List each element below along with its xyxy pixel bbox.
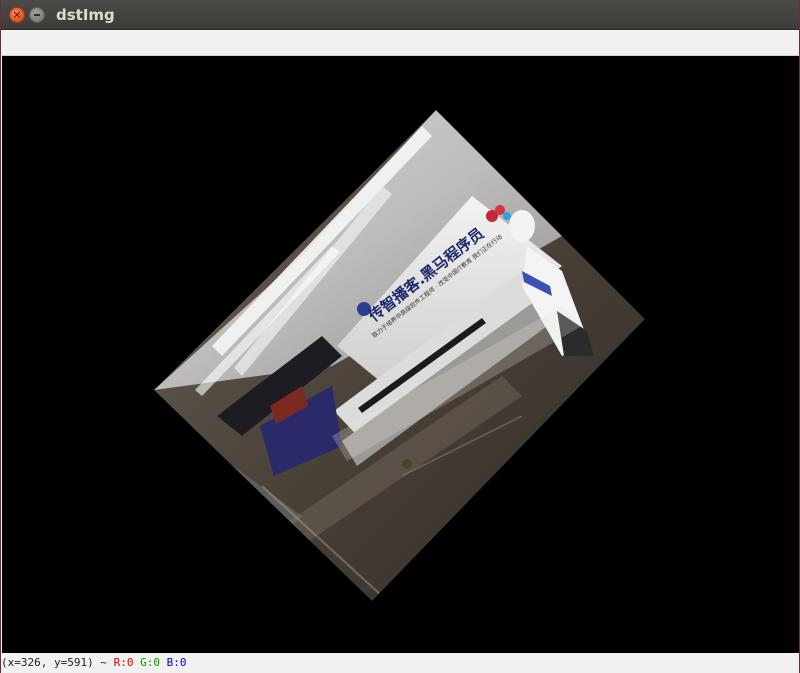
- cursor-coords: (x=326, y=591): [1, 656, 94, 669]
- pixel-b-value: B:0: [166, 656, 187, 669]
- rotated-image: 传智播客.黑马程序员 致力于培养中高级软件工程师 · 改变中国IT教育 我们正在…: [154, 110, 645, 601]
- window-title: dstImg: [56, 6, 115, 24]
- photo-content: 传智播客.黑马程序员 致力于培养中高级软件工程师 · 改变中国IT教育 我们正在…: [154, 110, 645, 601]
- minimize-icon: [34, 14, 40, 16]
- pixel-g-value: G:0: [140, 656, 160, 669]
- status-bar: (x=326, y=591) ~ R:0 G:0 B:0: [1, 653, 799, 673]
- app-window: × dstImg 传智播客.黑马程序员 致力于培养中高级软件工程师 · 改变中国…: [0, 0, 800, 673]
- title-bar[interactable]: × dstImg: [1, 0, 799, 30]
- minimize-button[interactable]: [29, 7, 45, 23]
- pixel-r-value: R:0: [113, 656, 134, 669]
- close-button[interactable]: ×: [9, 7, 25, 23]
- close-icon: ×: [12, 8, 22, 21]
- image-canvas[interactable]: 传智播客.黑马程序员 致力于培养中高级软件工程师 · 改变中国IT教育 我们正在…: [2, 56, 799, 653]
- toolbar: [1, 30, 799, 56]
- status-separator: ~: [93, 656, 114, 669]
